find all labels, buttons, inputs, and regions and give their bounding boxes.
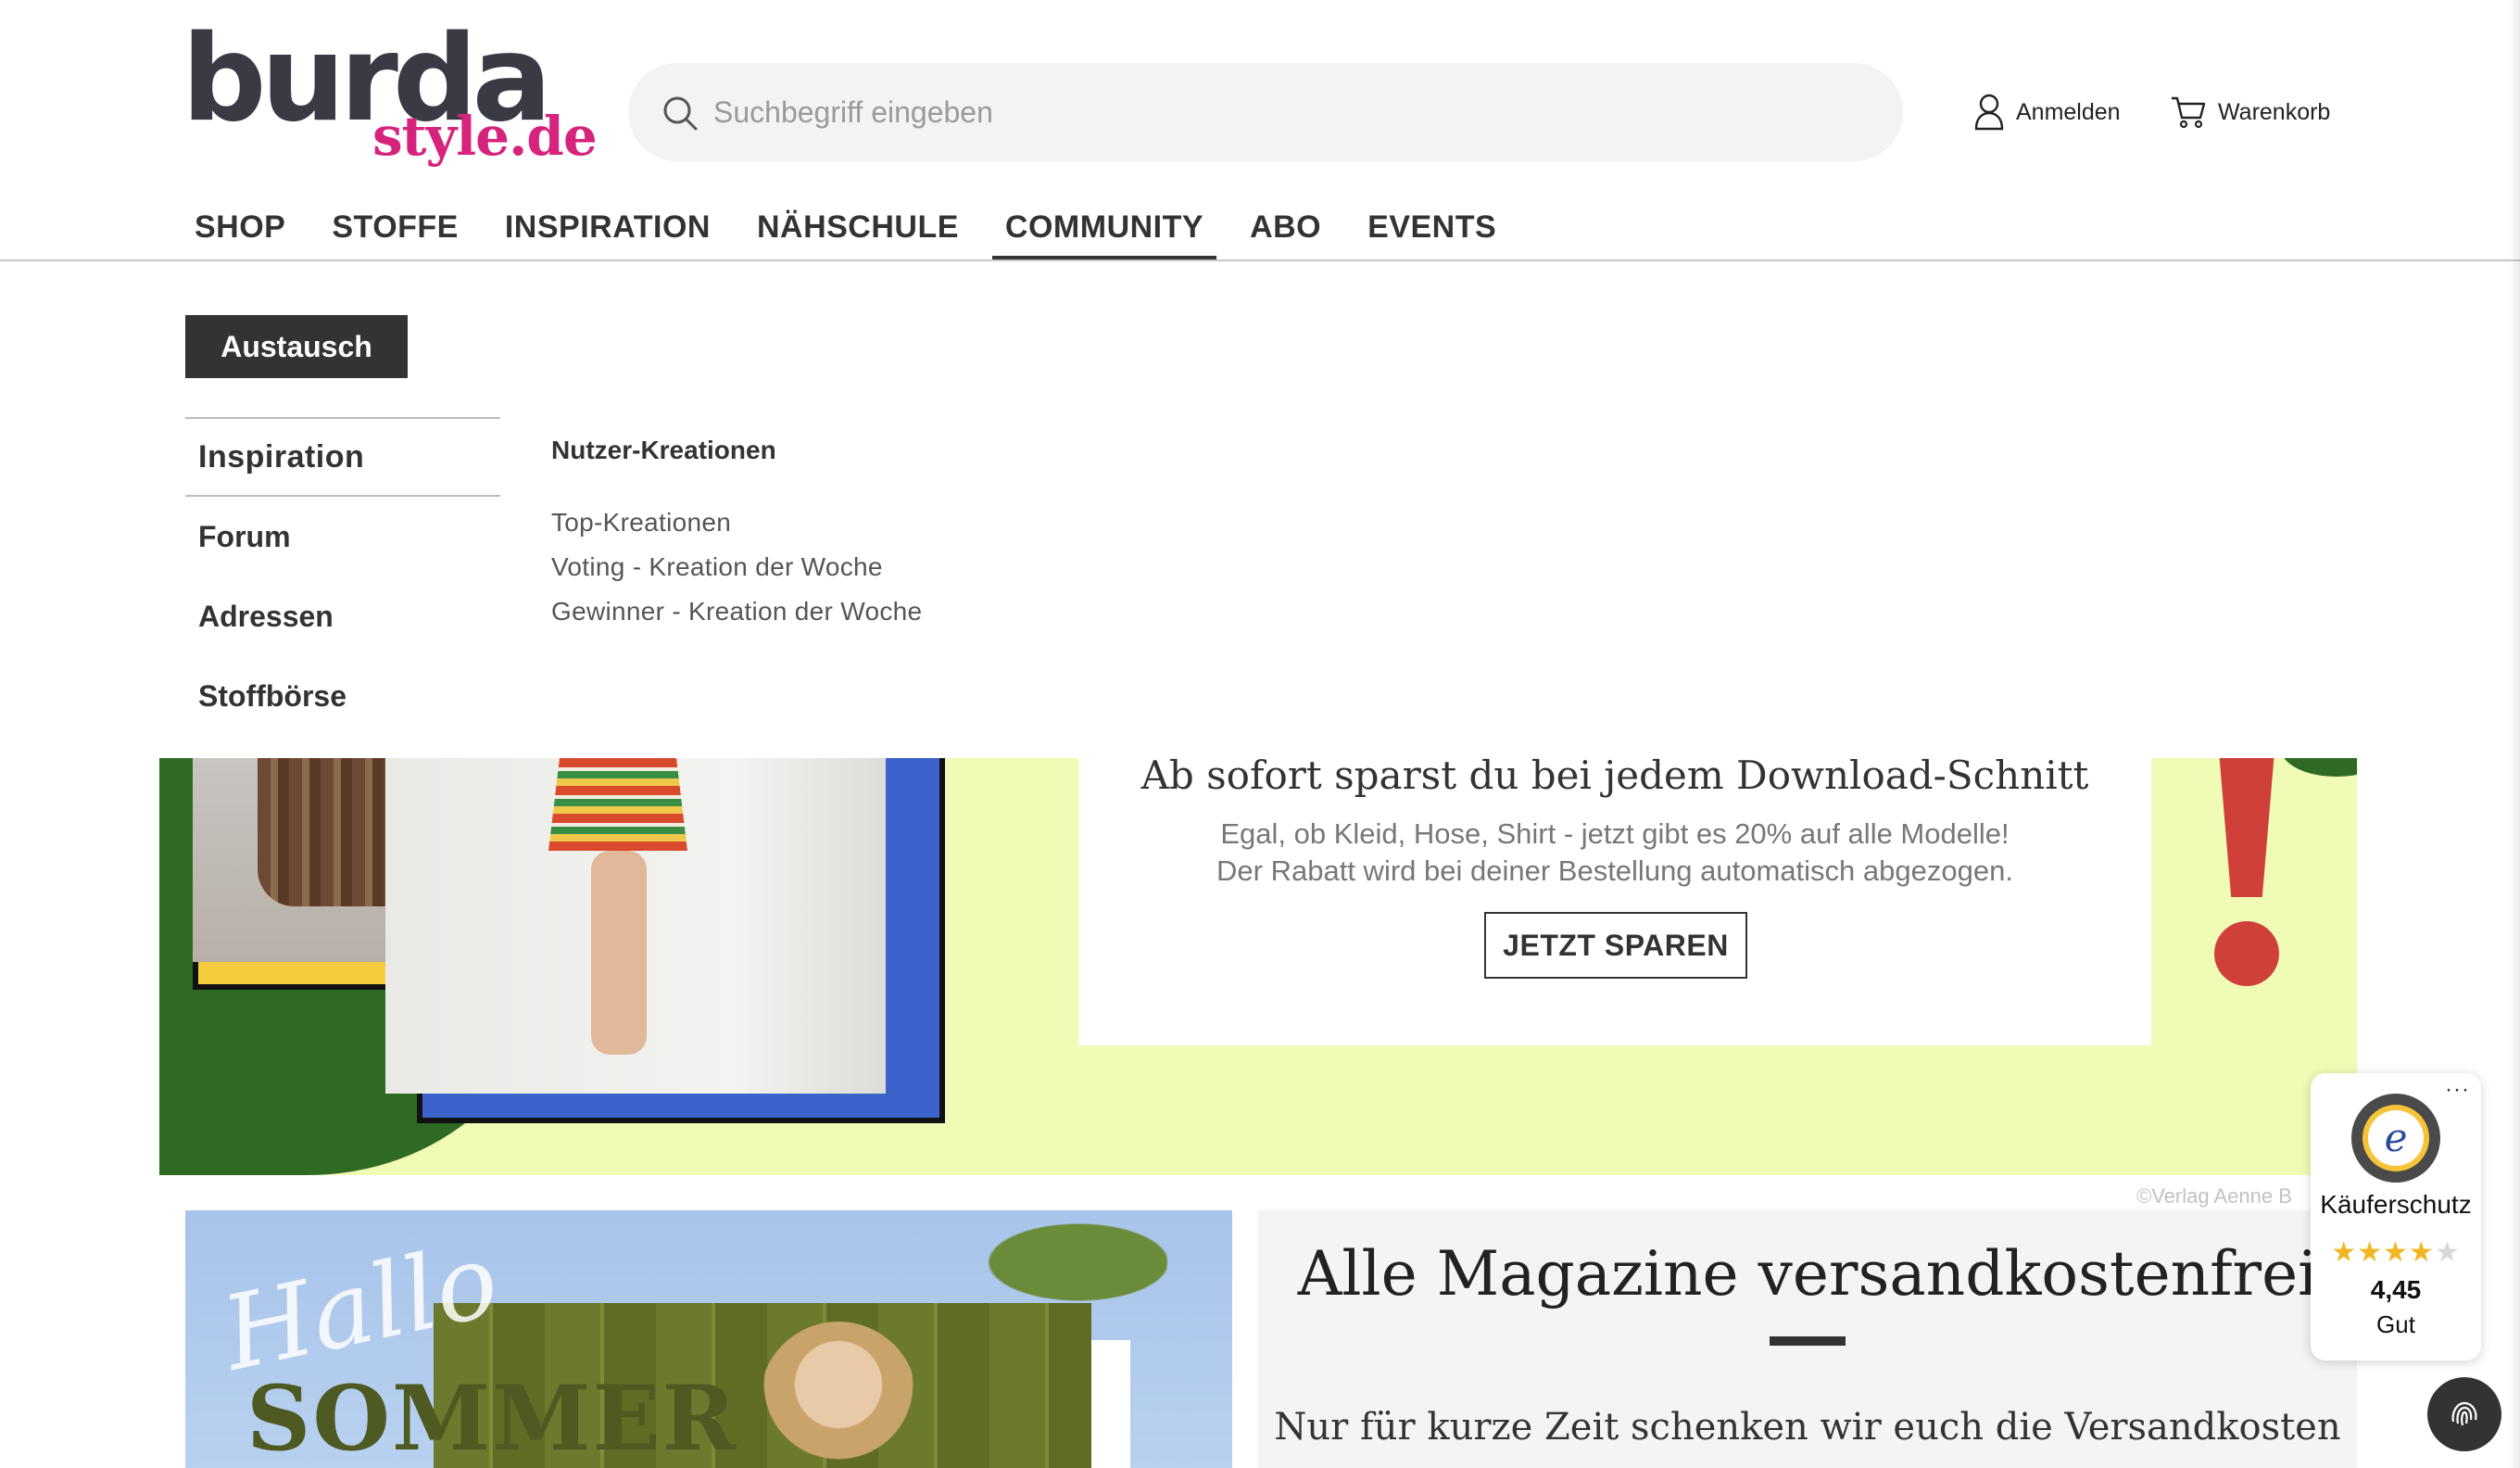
svg-text:e: e (2385, 1115, 2408, 1160)
nav-item-abo[interactable]: ABO (1237, 202, 1334, 259)
nav-item-naehschule[interactable]: NÄHSCHULE (744, 202, 972, 259)
rating-grade: Gut (2376, 1310, 2415, 1338)
login-link[interactable]: Anmelden (1973, 89, 2121, 135)
sidebar-item-inspiration[interactable]: Inspiration (185, 417, 500, 497)
summer-teaser[interactable]: Hallo SOMMER (185, 1210, 1232, 1468)
submenu-panel: Nutzer-Kreationen Top-Kreationen Voting … (551, 424, 922, 634)
submenu-link-voting[interactable]: Voting - Kreation der Woche (551, 545, 922, 589)
jetzt-sparen-button[interactable]: JETZT SPAREN (1484, 912, 1747, 979)
rating-score: 4,45 (2370, 1275, 2422, 1304)
header-divider (0, 259, 2520, 261)
submenu-title: Nutzer-Kreationen (551, 436, 776, 464)
nav-item-shop[interactable]: SHOP (182, 202, 298, 259)
tab-austausch[interactable]: Austausch (185, 315, 408, 378)
fingerprint-button[interactable] (2427, 1377, 2501, 1451)
search-input[interactable] (713, 63, 1862, 161)
nav-item-stoffe[interactable]: STOFFE (319, 202, 472, 259)
promo-description: Egal, ob Kleid, Hose, Shirt - jetzt gibt… (1078, 816, 2151, 890)
trusted-shops-seal-icon: e (2351, 1094, 2440, 1183)
promo-box: Ab sofort sparst du bei jedem Download-S… (1078, 758, 2151, 1045)
partial-star: ★ (2434, 1237, 2461, 1268)
site-header: burda style.de Anmelden Warenkorb SHOP S… (0, 0, 2520, 261)
trusted-shops-badge[interactable]: ··· e Käuferschutz ★★★★★ 4,45 Gut (2311, 1073, 2481, 1360)
page-edge-shadow (2509, 0, 2520, 1468)
search-bar (628, 63, 1903, 161)
magazine-title: Alle Magazine versandkostenfrei (1297, 1238, 2318, 1310)
logo-domain: style.de (372, 105, 598, 168)
rating-stars: ★★★★★ (2311, 1236, 2481, 1269)
nav-item-community[interactable]: COMMUNITY (991, 202, 1217, 261)
model-photo-2 (385, 758, 886, 1094)
sidebar-item-stoffboerse[interactable]: Stoffbörse (185, 656, 500, 736)
decor-leaf (2281, 758, 2357, 777)
title-underline (1770, 1336, 1846, 1346)
sidebar-item-forum[interactable]: Forum (185, 497, 500, 576)
nav-item-events[interactable]: EVENTS (1354, 202, 1509, 259)
user-icon (1974, 94, 2004, 131)
mega-menu-sidebar: Inspiration Forum Adressen Stoffbörse (185, 417, 500, 736)
cart-label: Warenkorb (2218, 98, 2331, 125)
burda-style-logo[interactable]: burda style.de (182, 20, 598, 176)
fingerprint-icon (2451, 1401, 2477, 1426)
filled-stars: ★★★★ (2331, 1237, 2435, 1268)
promo-text-line-1: Egal, ob Kleid, Hose, Shirt - jetzt gibt… (1220, 817, 2010, 850)
nav-item-inspiration[interactable]: INSPIRATION (492, 202, 724, 259)
exclamation-mark-bar (2219, 758, 2274, 897)
magazine-text: Nur für kurze Zeit schenken wir euch die… (1274, 1406, 2341, 1449)
cart-link[interactable]: Warenkorb (2170, 89, 2330, 135)
submenu-link-top-kreationen[interactable]: Top-Kreationen (551, 500, 922, 545)
summer-title: SOMMER (246, 1366, 738, 1468)
more-options-icon[interactable]: ··· (2445, 1077, 2470, 1103)
promo-text-line-2: Der Rabatt wird bei deiner Bestellung au… (1216, 854, 2013, 887)
community-mega-menu: Austausch Inspiration Forum Adressen Sto… (0, 261, 2520, 758)
main-nav: SHOP STOFFE INSPIRATION NÄHSCHULE COMMUN… (182, 202, 1530, 261)
search-icon[interactable] (662, 95, 699, 132)
promo-headline: Ab sofort sparst du bei jedem Download-S… (1140, 758, 2089, 798)
striped-skirt-image (548, 758, 687, 851)
promo-banner[interactable]: Ab sofort sparst du bei jedem Download-S… (159, 758, 2357, 1175)
model-legs-image (591, 851, 647, 1055)
sidebar-item-adressen[interactable]: Adressen (185, 576, 500, 656)
cart-icon (2172, 96, 2206, 129)
model-portrait-image (760, 1322, 917, 1468)
login-label: Anmelden (2016, 98, 2121, 125)
white-panel (1091, 1340, 1130, 1468)
submenu-link-gewinner[interactable]: Gewinner - Kreation der Woche (551, 589, 922, 634)
image-credit: ©Verlag Aenne B (2136, 1184, 2292, 1208)
magazine-teaser[interactable]: Alle Magazine versandkostenfrei Nur für … (1258, 1210, 2357, 1468)
exclamation-mark-dot (2214, 921, 2279, 986)
kauferschutz-label: Käuferschutz (2320, 1190, 2472, 1219)
